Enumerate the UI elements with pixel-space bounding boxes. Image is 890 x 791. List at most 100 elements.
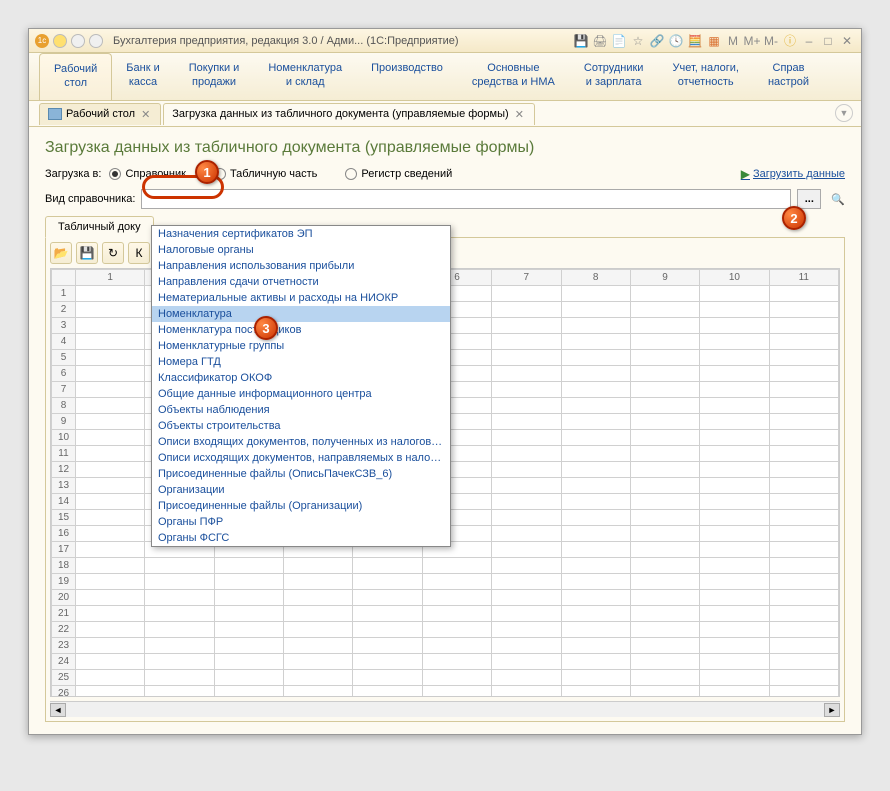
cell[interactable] — [630, 462, 699, 478]
mplus-icon[interactable]: M+ — [744, 33, 760, 49]
cell[interactable] — [422, 606, 491, 622]
dropdown-item[interactable]: Номенклатура поставщиков — [152, 322, 450, 338]
dropdown-item[interactable]: Организации — [152, 482, 450, 498]
row-header[interactable]: 19 — [52, 574, 76, 590]
cell[interactable] — [700, 606, 769, 622]
cell[interactable] — [492, 334, 561, 350]
cell[interactable] — [284, 606, 353, 622]
cell[interactable] — [492, 542, 561, 558]
cell[interactable] — [630, 526, 699, 542]
cell[interactable] — [492, 302, 561, 318]
cell[interactable] — [769, 446, 838, 462]
cell[interactable] — [561, 606, 630, 622]
cell[interactable] — [214, 606, 283, 622]
cell[interactable] — [630, 510, 699, 526]
cell[interactable] — [769, 670, 838, 686]
cell[interactable] — [630, 686, 699, 698]
star-icon[interactable]: ☆ — [630, 33, 646, 49]
cell[interactable] — [214, 638, 283, 654]
row-header[interactable]: 22 — [52, 622, 76, 638]
cell[interactable] — [492, 654, 561, 670]
cell[interactable] — [700, 510, 769, 526]
cell[interactable] — [630, 398, 699, 414]
cell[interactable] — [630, 558, 699, 574]
dropdown-item[interactable]: Направления сдачи отчетности — [152, 274, 450, 290]
cell[interactable] — [769, 286, 838, 302]
cell[interactable] — [630, 654, 699, 670]
cell[interactable] — [492, 286, 561, 302]
cell[interactable] — [145, 638, 214, 654]
cell[interactable] — [700, 286, 769, 302]
cell[interactable] — [76, 590, 145, 606]
dropdown-item[interactable]: Присоединенные файлы (Организации) — [152, 498, 450, 514]
cell[interactable] — [76, 366, 145, 382]
tab-desktop[interactable]: Рабочийстол — [39, 53, 112, 100]
cell[interactable] — [353, 622, 422, 638]
dropdown-item[interactable]: Органы ФСГС — [152, 530, 450, 546]
cell[interactable] — [561, 494, 630, 510]
tab-bank[interactable]: Банк икасса — [112, 53, 174, 100]
cell[interactable] — [700, 414, 769, 430]
cell[interactable] — [492, 414, 561, 430]
cell[interactable] — [700, 382, 769, 398]
cell[interactable] — [700, 686, 769, 698]
row-header[interactable]: 11 — [52, 446, 76, 462]
cell[interactable] — [700, 350, 769, 366]
cell[interactable] — [700, 302, 769, 318]
cell[interactable] — [76, 446, 145, 462]
cell[interactable] — [284, 558, 353, 574]
cell[interactable] — [561, 542, 630, 558]
row-header[interactable]: 5 — [52, 350, 76, 366]
cell[interactable] — [630, 350, 699, 366]
cell[interactable] — [492, 670, 561, 686]
cell[interactable] — [630, 638, 699, 654]
open-button[interactable]: 📂 — [50, 242, 72, 264]
dropdown-item[interactable]: Назначения сертификатов ЭП — [152, 226, 450, 242]
col-header[interactable]: 11 — [769, 270, 838, 286]
cell[interactable] — [492, 398, 561, 414]
cell[interactable] — [76, 670, 145, 686]
cell[interactable] — [561, 638, 630, 654]
row-header[interactable]: 13 — [52, 478, 76, 494]
cell[interactable] — [145, 574, 214, 590]
load-data-link[interactable]: ▶Загрузить данные — [741, 167, 845, 181]
cell[interactable] — [561, 286, 630, 302]
cell[interactable] — [769, 318, 838, 334]
cell[interactable] — [630, 430, 699, 446]
cell[interactable] — [700, 334, 769, 350]
cell[interactable] — [700, 398, 769, 414]
dropdown-item[interactable]: Номера ГТД — [152, 354, 450, 370]
row-header[interactable]: 9 — [52, 414, 76, 430]
cell[interactable] — [422, 670, 491, 686]
cell[interactable] — [769, 334, 838, 350]
cell[interactable] — [561, 526, 630, 542]
cell[interactable] — [561, 318, 630, 334]
close-tab-icon[interactable]: ✕ — [513, 108, 526, 121]
col-header[interactable]: 7 — [492, 270, 561, 286]
dropdown-item[interactable]: Налоговые органы — [152, 242, 450, 258]
dropdown-item[interactable]: Нематериальные активы и расходы на НИОКР — [152, 290, 450, 306]
dict-type-input[interactable] — [141, 189, 791, 209]
cell[interactable] — [700, 462, 769, 478]
search-icon[interactable]: 🔍 — [831, 193, 845, 206]
cell[interactable] — [769, 638, 838, 654]
tab-hr[interactable]: Сотрудникии зарплата — [570, 53, 659, 100]
cell[interactable] — [76, 654, 145, 670]
cell[interactable] — [492, 574, 561, 590]
radio-tablepart[interactable]: Табличную часть — [214, 168, 317, 180]
cell[interactable] — [700, 574, 769, 590]
m-icon[interactable]: M — [725, 33, 741, 49]
dropdown-item[interactable]: Классификатор ОКОФ — [152, 370, 450, 386]
row-header[interactable]: 25 — [52, 670, 76, 686]
row-header[interactable]: 10 — [52, 430, 76, 446]
doc-tab-desktop[interactable]: Рабочий стол ✕ — [39, 103, 161, 125]
dropdown-item[interactable]: Описи исходящих документов, направляемых… — [152, 450, 450, 466]
cell[interactable] — [769, 654, 838, 670]
preview-icon[interactable]: 📄 — [611, 33, 627, 49]
row-header[interactable]: 16 — [52, 526, 76, 542]
cell[interactable] — [561, 622, 630, 638]
cell[interactable] — [76, 334, 145, 350]
cell[interactable] — [769, 478, 838, 494]
cell[interactable] — [76, 606, 145, 622]
cell[interactable] — [76, 622, 145, 638]
